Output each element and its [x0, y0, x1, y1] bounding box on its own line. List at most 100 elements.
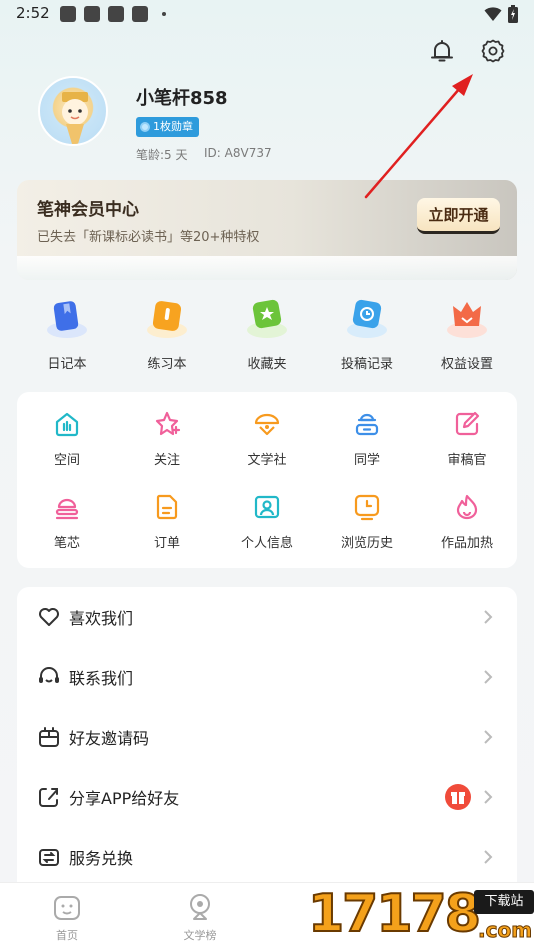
grid-item-order-label: 订单: [153, 536, 180, 551]
flame-icon: [456, 494, 478, 520]
diary-icon: [47, 301, 87, 338]
shortcut-practice[interactable]: 练习本: [117, 292, 217, 372]
avatar-illustration: [62, 92, 88, 144]
classmates-icon: [355, 413, 379, 436]
medal-badge-label: 1枚勋章: [153, 120, 193, 133]
menu-item-service-exchange-label: 服务兑换: [69, 849, 134, 868]
shortcut-row: 日记本 练习本 收藏夹 投稿记录 权益设置: [17, 292, 517, 372]
status-time: 2:52: [16, 4, 50, 22]
pen-age: 笔龄:5 天: [136, 148, 188, 162]
watermark-tag: 下载站: [474, 890, 534, 914]
ranking-icon: [190, 894, 210, 920]
settings-menu: 喜欢我们 联系我们 好友邀请码 分享APP给好友 服务兑换: [17, 587, 517, 887]
grid-item-history[interactable]: 浏览历史: [317, 485, 417, 568]
menu-item-like-us[interactable]: 喜欢我们: [17, 587, 517, 647]
vip-title: 笔神会员中心: [37, 200, 139, 220]
reviewer-icon: [455, 411, 480, 436]
bell-icon[interactable]: [429, 38, 455, 64]
gear-icon[interactable]: [480, 38, 506, 64]
grid-item-order[interactable]: 订单: [117, 485, 217, 568]
favorites-icon: [247, 299, 287, 338]
shortcut-favorites[interactable]: 收藏夹: [217, 292, 317, 372]
invite-code-icon: [39, 727, 59, 747]
grid-item-classmates-label: 同学: [353, 453, 380, 468]
grid-item-literary-club[interactable]: 文学社: [217, 402, 317, 485]
heart-icon: [39, 608, 59, 626]
shortcut-benefits[interactable]: 权益设置: [417, 292, 517, 372]
chevron-right-icon: [484, 790, 493, 804]
gift-icon: [445, 784, 471, 810]
avatar[interactable]: [38, 76, 108, 146]
username: 小笔杆858: [136, 88, 228, 109]
grid-item-pen-refill[interactable]: 笔芯: [17, 485, 117, 568]
chevron-right-icon: [484, 610, 493, 624]
personal-info-icon: [254, 495, 280, 519]
menu-item-contact-us-label: 联系我们: [69, 669, 134, 688]
status-bar: 2:52: [0, 0, 534, 28]
shortcut-practice-label: 练习本: [147, 357, 187, 372]
menu-item-invite-code[interactable]: 好友邀请码: [17, 707, 517, 767]
exchange-icon: [39, 849, 59, 866]
grid-item-personal-info-label: 个人信息: [240, 536, 293, 551]
grid-item-boost[interactable]: 作品加热: [417, 485, 517, 568]
site-watermark: 17178 下载站 .com: [307, 883, 534, 950]
menu-item-invite-code-label: 好友邀请码: [69, 729, 150, 748]
headset-icon: [39, 667, 59, 683]
vip-center-card[interactable]: 笔神会员中心 已失去「新课标必读书」等20+种特权 立即开通: [17, 180, 517, 280]
grid-item-boost-label: 作品加热: [440, 536, 493, 551]
watermark-domain: .com: [477, 918, 533, 943]
shortcut-benefits-label: 权益设置: [440, 357, 493, 372]
grid-item-space-label: 空间: [53, 453, 80, 468]
battery-icon: [508, 5, 518, 23]
space-icon: [55, 412, 79, 437]
grid-item-follow-label: 关注: [153, 453, 180, 468]
grid-item-personal-info[interactable]: 个人信息: [217, 485, 317, 568]
menu-item-contact-us[interactable]: 联系我们: [17, 647, 517, 707]
practice-book-icon: [147, 301, 187, 338]
grid-item-pen-refill-label: 笔芯: [53, 536, 80, 551]
shortcut-submission[interactable]: 投稿记录: [317, 292, 417, 372]
grid-item-reviewer-label: 审稿官: [447, 453, 487, 468]
watermark-number: 17178: [307, 883, 482, 945]
grid-item-follow[interactable]: 关注: [117, 402, 217, 485]
menu-item-service-exchange[interactable]: 服务兑换: [17, 827, 517, 887]
home-icon: [54, 896, 80, 920]
order-icon: [156, 494, 178, 520]
shortcut-submission-label: 投稿记录: [340, 357, 393, 372]
medal-badge[interactable]: 1枚勋章: [136, 117, 199, 137]
wifi-icon: [484, 7, 502, 21]
nav-item-ranking[interactable]: 文学榜: [165, 891, 235, 943]
notification-icon: [108, 6, 124, 22]
nav-item-ranking-label: 文学榜: [183, 929, 217, 942]
literary-club-icon: [254, 413, 280, 436]
benefits-icon: [447, 302, 487, 338]
follow-icon: [155, 411, 181, 436]
chevron-right-icon: [484, 670, 493, 684]
nav-item-home-label: 首页: [56, 929, 78, 942]
grid-item-reviewer[interactable]: 审稿官: [417, 402, 517, 485]
chevron-right-icon: [484, 850, 493, 864]
history-icon: [354, 494, 380, 521]
features-grid-card: 空间 关注 文学社 同学 审稿官 笔芯 订单 个人信息 浏览历史 作品加热: [17, 392, 517, 568]
menu-item-like-us-label: 喜欢我们: [69, 609, 134, 628]
shortcut-diary-label: 日记本: [47, 357, 87, 372]
grid-item-space[interactable]: 空间: [17, 402, 117, 485]
share-icon: [39, 788, 58, 807]
shortcut-favorites-label: 收藏夹: [247, 357, 287, 372]
notification-icon: [84, 6, 100, 22]
menu-item-share-app-label: 分享APP给好友: [69, 789, 180, 808]
pen-refill-icon: [55, 498, 79, 520]
vip-description: 已失去「新课标必读书」等20+种特权: [37, 230, 260, 245]
menu-item-share-app[interactable]: 分享APP给好友: [17, 767, 517, 827]
shortcut-diary[interactable]: 日记本: [17, 292, 117, 372]
user-id: ID: A8V737: [204, 146, 272, 160]
grid-item-classmates[interactable]: 同学: [317, 402, 417, 485]
activate-vip-button[interactable]: 立即开通: [417, 198, 500, 234]
notification-icon: [60, 6, 76, 22]
chevron-right-icon: [484, 730, 493, 744]
medal-icon: [140, 122, 150, 132]
notification-icon: [132, 6, 148, 22]
more-notifications-dot: [162, 12, 166, 16]
grid-item-literary-club-label: 文学社: [247, 453, 287, 468]
nav-item-home[interactable]: 首页: [32, 891, 102, 943]
